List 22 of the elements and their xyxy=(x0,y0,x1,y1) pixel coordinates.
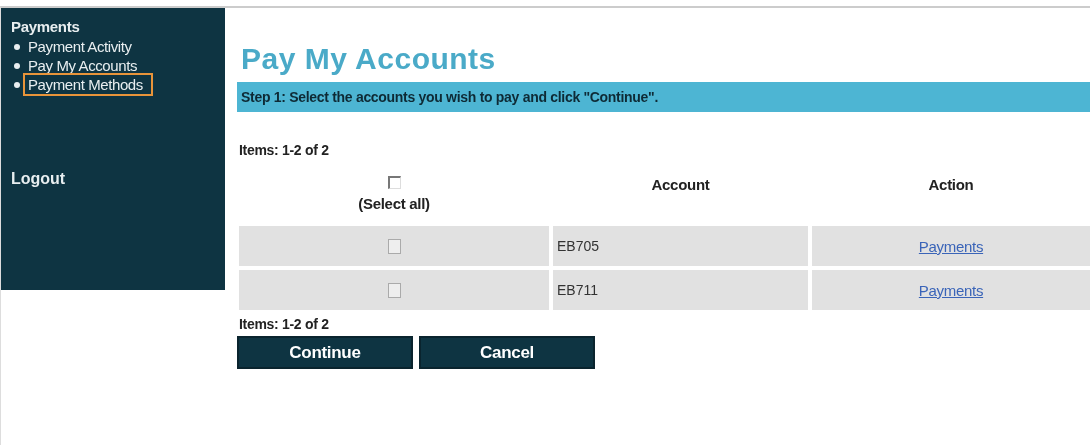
payments-link[interactable]: Payments xyxy=(918,281,984,299)
column-header: Action xyxy=(928,176,974,193)
table-cell: EB705 xyxy=(553,226,808,266)
select-all-label: (Select all) xyxy=(358,195,430,212)
payments-link[interactable]: Payments xyxy=(918,237,984,255)
bullet-icon xyxy=(14,81,20,88)
column-header: Account xyxy=(651,176,710,193)
items-count: Items: 1-2 of 2 xyxy=(239,316,330,332)
bullet-icon xyxy=(14,43,20,50)
action-button[interactable]: Continue xyxy=(237,336,413,369)
sidebar-heading: Payments xyxy=(11,18,81,35)
step-banner: Step 1: Select the accounts you wish to pay and click "Continue". xyxy=(237,82,1090,112)
page-title: Pay My Accounts xyxy=(241,42,497,76)
sidebar-link[interactable]: Payment Methods xyxy=(23,73,153,96)
table-cell: EB711 xyxy=(553,270,808,310)
bullet-icon xyxy=(14,62,20,69)
logout-link[interactable]: Logout xyxy=(11,170,225,188)
select-all-checkbox[interactable] xyxy=(387,176,401,189)
action-button[interactable]: Cancel xyxy=(419,336,595,369)
row-checkbox[interactable] xyxy=(387,238,401,254)
items-count: Items: 1-2 of 2 xyxy=(239,142,330,158)
row-checkbox[interactable] xyxy=(387,282,401,298)
